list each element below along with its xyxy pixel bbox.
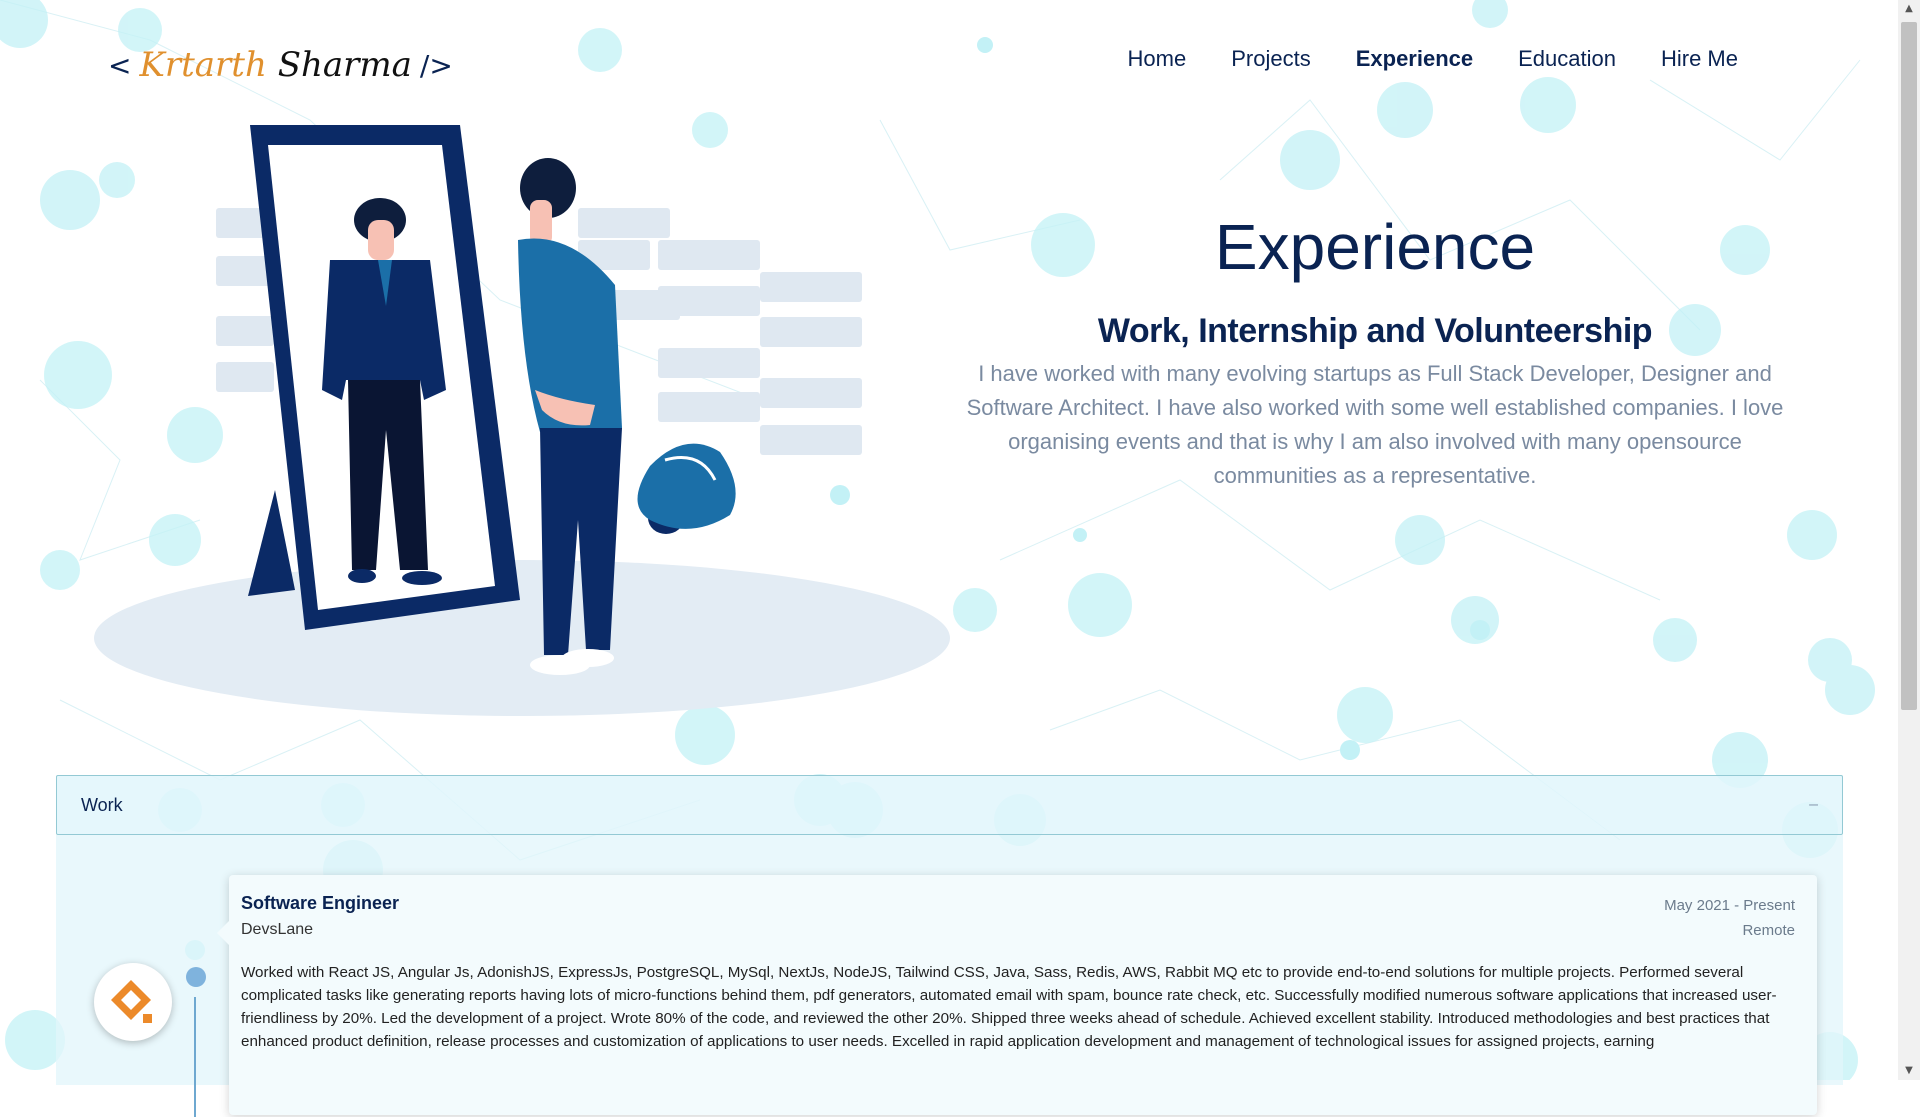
company-logo	[94, 963, 172, 1041]
accordion-title: Work	[81, 794, 123, 815]
nav-education[interactable]: Education	[1518, 46, 1616, 72]
accordion-body: Software Engineer DevsLane May 2021 - Pr…	[56, 835, 1843, 1117]
timeline-dot	[186, 967, 206, 987]
timeline-line	[194, 997, 196, 1117]
page: < Krtarth Sharma /> Home Projects Experi…	[0, 0, 1898, 1117]
logo-signature: Krtarth Sharma	[139, 45, 411, 85]
page-title: Experience	[1214, 211, 1536, 283]
nav-home[interactable]: Home	[1128, 46, 1187, 72]
hero-text: Experience Work, Internship and Voluntee…	[960, 210, 1790, 493]
devslane-logo-icon	[111, 980, 152, 1023]
job-location: Remote	[1742, 922, 1795, 939]
collapse-icon[interactable]: –	[1809, 796, 1818, 814]
company-name: DevsLane	[241, 921, 314, 938]
scroll-up-arrow[interactable]: ▲	[1898, 0, 1920, 18]
work-accordion: Work – Software Engineer DevsLane May 20…	[56, 775, 1843, 1117]
job-date: May 2021 - Present	[1664, 897, 1795, 914]
logo-open-bracket: <	[108, 48, 132, 82]
mirror-illustration	[94, 125, 950, 716]
nav-projects[interactable]: Projects	[1231, 46, 1310, 72]
logo-last-name: Sharma	[277, 45, 412, 85]
experience-card: Software Engineer DevsLane May 2021 - Pr…	[217, 875, 1817, 1115]
site-logo[interactable]: < Krtarth Sharma />	[108, 40, 453, 90]
logo-close-bracket: />	[419, 48, 453, 82]
logo-first-name: Krtarth	[139, 45, 267, 85]
accordion-header-work[interactable]: Work –	[56, 775, 1843, 835]
main-nav: Home Projects Experience Education Hire …	[1083, 46, 1738, 72]
hero-subtitle: Work, Internship and Volunteership	[1097, 312, 1653, 350]
nav-experience[interactable]: Experience	[1356, 46, 1473, 72]
job-description: Worked with React JS, Angular Js, Adonis…	[241, 964, 1777, 1050]
scroll-down-arrow[interactable]: ▼	[1898, 1062, 1920, 1080]
nav-hire-me[interactable]: Hire Me	[1661, 46, 1738, 72]
scrollbar[interactable]: ▲ ▼	[1898, 0, 1920, 1080]
job-role: Software Engineer	[241, 893, 400, 913]
hero-description: I have worked with many evolving startup…	[966, 361, 1784, 488]
scrollbar-thumb[interactable]	[1901, 22, 1917, 710]
